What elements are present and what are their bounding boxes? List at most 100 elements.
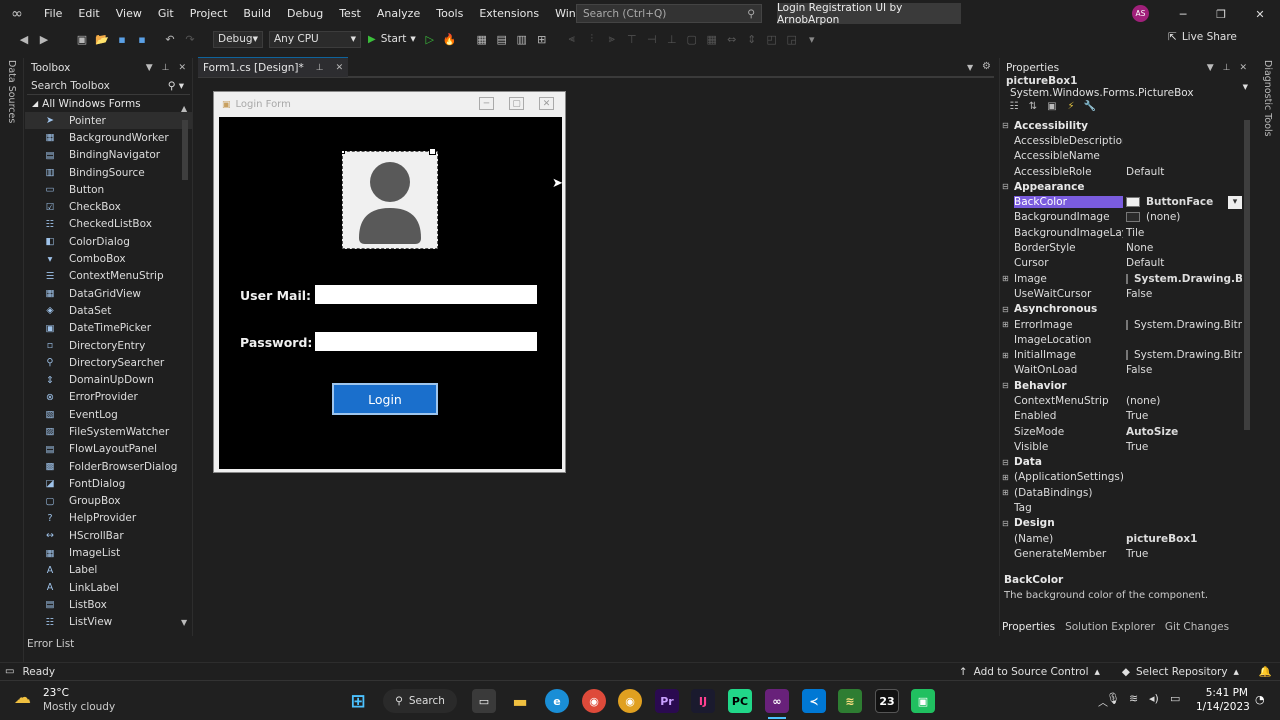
toolbox-item-label[interactable]: A Label (25, 562, 192, 579)
tab-git-changes[interactable]: Git Changes (1165, 621, 1229, 633)
property-value[interactable]: True (1123, 441, 1242, 453)
collapse-icon[interactable]: ⊟ (1002, 305, 1014, 314)
property-row[interactable]: ⊞ErrorImage System.Drawing.Bitmap (1002, 317, 1242, 332)
property-row[interactable]: ImageLocation (1002, 332, 1242, 347)
align-rights-icon[interactable]: ⫸ (604, 31, 620, 47)
chrome-browser-icon[interactable]: ◉ (582, 689, 606, 713)
property-row[interactable]: ⊞ (ApplicationSettings) (1002, 470, 1242, 485)
clock-date[interactable]: 1/14/2023 (1196, 701, 1250, 713)
menu-view[interactable]: View (108, 0, 150, 28)
toolbox-item-listview[interactable]: ☷ ListView (25, 614, 192, 631)
toolbox-item-contextmenustrip[interactable]: ☰ ContextMenuStrip (25, 268, 192, 285)
align-bottoms-icon[interactable]: ⊥ (664, 31, 680, 47)
calendar-icon[interactable]: 23 (875, 689, 899, 713)
toolbox-item-eventlog[interactable]: ▧ EventLog (25, 406, 192, 423)
toolbox-item-colordialog[interactable]: ◧ ColorDialog (25, 233, 192, 250)
login-form-designer[interactable]: ▣ Login Form ─ ▢ ✕ User Mail: Password: … (213, 91, 566, 473)
toolbox-item-datetimepicker[interactable]: ▣ DateTimePicker (25, 320, 192, 337)
user-mail-textbox[interactable] (315, 285, 537, 304)
toolbar-overflow-icon[interactable]: ▾ (804, 31, 820, 47)
tab-list-dropdown-icon[interactable]: ▼ (967, 63, 973, 72)
toolbox-item-dataset[interactable]: ◈ DataSet (25, 302, 192, 319)
align-middles-icon[interactable]: ⊣ (644, 31, 660, 47)
vs-code-icon[interactable]: ≺ (802, 689, 826, 713)
premiere-pro-icon[interactable]: Pr (655, 689, 679, 713)
property-row[interactable]: AccessibleName (1002, 149, 1242, 164)
weather-temp[interactable]: 23°C (43, 687, 69, 699)
toolbox-item-groupbox[interactable]: ▢ GroupBox (25, 493, 192, 510)
green-app-icon[interactable]: ▣ (911, 689, 935, 713)
expand-icon[interactable]: ⊞ (1002, 320, 1014, 329)
property-row[interactable]: ⊞ (DataBindings) (1002, 485, 1242, 500)
collapse-icon[interactable]: ⊟ (1002, 121, 1014, 130)
search-input[interactable]: Search (Ctrl+Q) ⚲ (576, 4, 762, 23)
settings-gear-icon[interactable]: ⚙ (982, 61, 991, 72)
menu-edit[interactable]: Edit (70, 0, 107, 28)
scroll-down-icon[interactable]: ▼ (181, 618, 187, 627)
live-share-button[interactable]: ⇱ Live Share (1168, 31, 1237, 43)
visual-studio-logo-icon[interactable]: ∞ (8, 5, 26, 23)
property-row[interactable]: ⊞InitialImage System.Drawing.Bitmap (1002, 347, 1242, 362)
pycharm-icon[interactable]: PC (728, 689, 752, 713)
pin-icon[interactable]: ⊥ (162, 63, 170, 73)
toolbox-item-checkbox[interactable]: ☑ CheckBox (25, 198, 192, 215)
expand-icon[interactable]: ⊞ (1002, 488, 1014, 497)
property-row[interactable]: AccessibleDescription (1002, 133, 1242, 148)
object-selector[interactable]: pictureBox1 System.Windows.Forms.Picture… (1002, 75, 1252, 99)
property-value[interactable]: True (1123, 548, 1242, 560)
property-value[interactable]: pictureBox1 (1123, 533, 1242, 545)
volume-icon[interactable]: ◂) (1149, 692, 1159, 705)
property-value[interactable]: (none) (1123, 211, 1242, 223)
size-to-grid-icon[interactable]: ▦ (704, 31, 720, 47)
hot-reload-icon[interactable]: 🔥 (442, 31, 458, 47)
toolbox-item-datagridview[interactable]: ▦ DataGridView (25, 285, 192, 302)
property-value[interactable]: None (1123, 242, 1242, 254)
property-value[interactable]: False (1123, 364, 1242, 376)
property-grid-scrollbar[interactable] (1244, 120, 1250, 430)
tab-form1-design[interactable]: Form1.cs [Design]* ⊥ ✕ (198, 57, 349, 77)
property-row[interactable]: Enabled True (1002, 409, 1242, 424)
toolbox-item-errorprovider[interactable]: ⊗ ErrorProvider (25, 389, 192, 406)
toolbox-item-bindingnavigator[interactable]: ▤ BindingNavigator (25, 147, 192, 164)
toolbox-item-helpprovider[interactable]: ? HelpProvider (25, 510, 192, 527)
toolbox-item-filesystemwatcher[interactable]: ▨ FileSystemWatcher (25, 423, 192, 440)
dropdown-button-icon[interactable]: ▾ (1228, 195, 1242, 209)
minimize-icon[interactable]: ─ (1163, 0, 1203, 28)
collapse-icon[interactable]: ⊟ (1002, 458, 1014, 467)
undo-icon[interactable]: ↶ (162, 31, 178, 47)
events-icon[interactable]: ⚡ (1063, 98, 1079, 114)
property-row[interactable]: AccessibleRole Default (1002, 164, 1242, 179)
categorized-icon[interactable]: ☷ (1006, 98, 1022, 114)
pin-icon[interactable]: ⊥ (1223, 63, 1231, 73)
navigate-back-icon[interactable]: ◀ (16, 31, 32, 47)
properties-view-icon[interactable]: ▣ (1044, 98, 1060, 114)
property-row[interactable]: BackgroundImageLayoutTile (1002, 225, 1242, 240)
panel-menu-icon[interactable]: ▼ (146, 63, 153, 73)
property-row[interactable]: BackColor ButtonFace ▾ (1002, 194, 1242, 209)
clock-time[interactable]: 5:41 PM (1196, 687, 1248, 699)
property-pages-icon[interactable]: 🔧 (1082, 98, 1098, 114)
toolbox-item-linklabel[interactable]: A LinkLabel (25, 579, 192, 596)
menu-build[interactable]: Build (235, 0, 279, 28)
property-value[interactable]: True (1123, 410, 1242, 422)
smart-tag-handle[interactable] (429, 148, 436, 155)
resize-handle[interactable] (341, 150, 345, 154)
property-value[interactable]: AutoSize (1123, 426, 1242, 438)
property-row[interactable]: GenerateMember True (1002, 546, 1242, 561)
collapse-icon[interactable]: ⊟ (1002, 182, 1014, 191)
toolbox-item-directoryentry[interactable]: ▫ DirectoryEntry (25, 337, 192, 354)
wifi-icon[interactable]: ≋ (1129, 692, 1138, 705)
toolbar-icon[interactable]: ▤ (494, 31, 510, 47)
collapse-icon[interactable]: ⊟ (1002, 519, 1014, 528)
property-row[interactable]: ContextMenuStrip (none) (1002, 393, 1242, 408)
bring-to-front-icon[interactable]: ◰ (764, 31, 780, 47)
property-row[interactable]: BackgroundImage (none) (1002, 210, 1242, 225)
toolbox-item-button[interactable]: ▭ Button (25, 181, 192, 198)
collapse-icon[interactable]: ⊟ (1002, 381, 1014, 390)
picture-box-selected[interactable] (341, 148, 438, 249)
menu-extensions[interactable]: Extensions (471, 0, 547, 28)
alphabetical-icon[interactable]: ⇅ (1025, 98, 1041, 114)
weather-cloud-icon[interactable]: ☁ (14, 688, 31, 708)
property-row[interactable]: BorderStyle None (1002, 240, 1242, 255)
property-row[interactable]: Cursor Default (1002, 256, 1242, 271)
